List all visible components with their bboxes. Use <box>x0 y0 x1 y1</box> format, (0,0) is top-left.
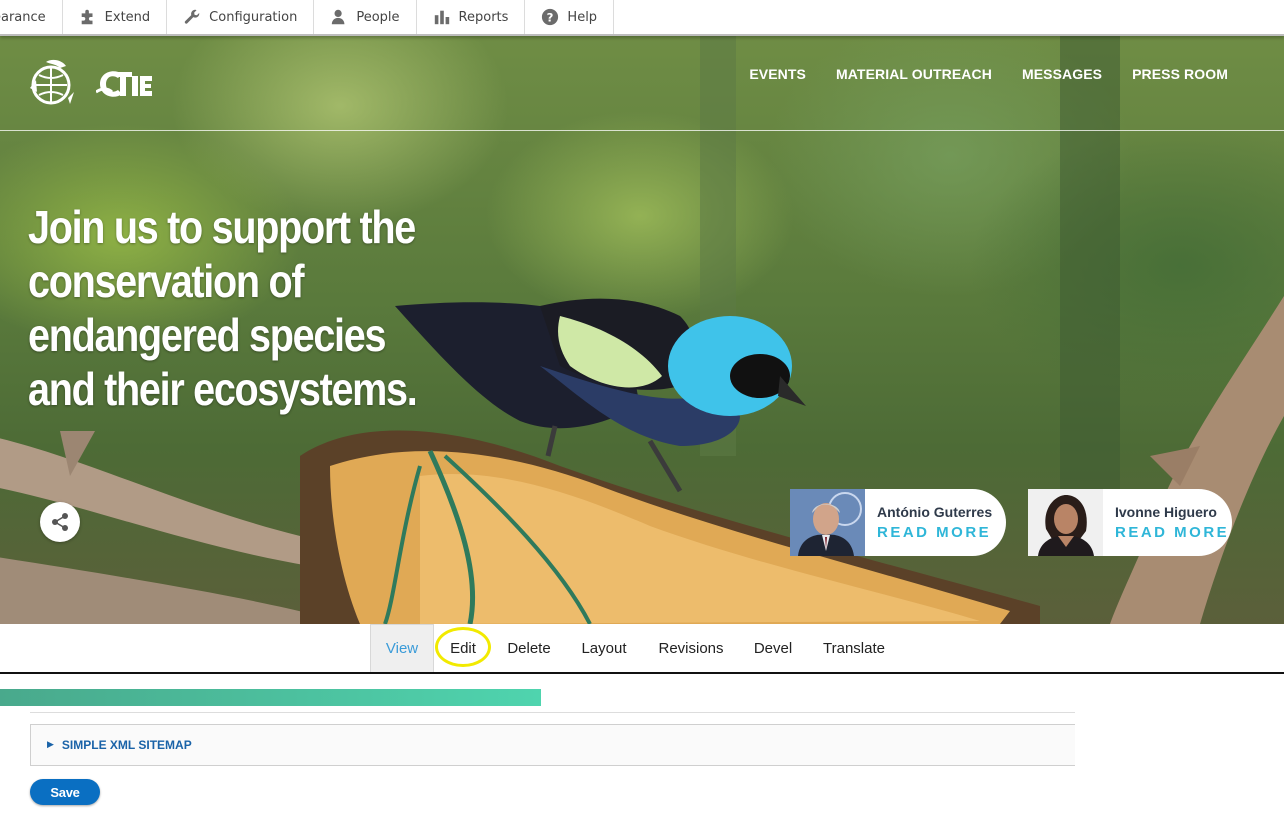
toolbar-item-label: earance <box>0 9 46 25</box>
svg-text:?: ? <box>547 11 554 25</box>
person-name: António Guterres <box>877 504 993 520</box>
nav-link-messages[interactable]: MESSAGES <box>1022 66 1102 82</box>
person-name: Ivonne Higuero <box>1115 504 1217 520</box>
toolbar-item-people[interactable]: People <box>314 0 417 34</box>
toolbar-item-reports[interactable]: Reports <box>417 0 526 34</box>
bar-chart-icon <box>434 10 449 25</box>
expand-triangle-icon: ▶ <box>47 740 54 750</box>
puzzle-icon <box>81 9 93 25</box>
person-photo <box>1028 489 1103 556</box>
read-more-link[interactable]: READ MORE <box>1115 524 1229 541</box>
toolbar-item-label: People <box>356 9 400 25</box>
tab-view[interactable]: View <box>370 624 434 672</box>
toolbar-item-label: Configuration <box>209 9 298 25</box>
tab-edit[interactable]: Edit <box>440 624 486 672</box>
help-icon: ? <box>542 8 559 26</box>
nav-link-events[interactable]: EVENTS <box>749 66 806 82</box>
nav-link-press-room[interactable]: PRESS ROOM <box>1132 66 1228 82</box>
toolbar-item-help[interactable]: ? Help <box>525 0 615 34</box>
simple-xml-sitemap-details[interactable]: ▶ SIMPLE XML SITEMAP <box>30 724 1075 766</box>
toolbar-item-appearance[interactable]: earance <box>0 0 63 34</box>
share-icon <box>52 513 68 531</box>
person-photo <box>790 489 865 556</box>
toolbar-item-label: Help <box>567 9 598 25</box>
save-button[interactable]: Save <box>30 779 100 805</box>
toolbar-item-label: Extend <box>104 9 151 25</box>
tab-translate[interactable]: Translate <box>814 624 894 672</box>
main-navigation: EVENTS MATERIAL OUTREACH MESSAGES PRESS … <box>749 66 1228 82</box>
hero-banner: EVENTS MATERIAL OUTREACH MESSAGES PRESS … <box>0 36 1284 624</box>
hero-title: Join us to support the conservation of e… <box>28 201 418 415</box>
tab-delete[interactable]: Delete <box>500 624 558 672</box>
person-icon <box>332 9 345 25</box>
cites-globe-logo[interactable] <box>28 58 74 108</box>
admin-toolbar: earance Extend Configuration People Repo… <box>0 0 1284 36</box>
hero-divider <box>0 130 1284 131</box>
tab-revisions[interactable]: Revisions <box>650 624 732 672</box>
person-card-guterres[interactable]: António Guterres READ MORE <box>790 489 1006 556</box>
form-divider <box>30 712 1075 713</box>
cites-wordmark-logo[interactable] <box>96 66 154 100</box>
tab-devel[interactable]: Devel <box>746 624 800 672</box>
share-button[interactable] <box>40 502 80 542</box>
details-summary-label: SIMPLE XML SITEMAP <box>61 738 192 752</box>
nav-link-material-outreach[interactable]: MATERIAL OUTREACH <box>836 66 992 82</box>
person-card-higuero[interactable]: Ivonne Higuero READ MORE <box>1028 489 1232 556</box>
tab-layout[interactable]: Layout <box>572 624 636 672</box>
read-more-link[interactable]: READ MORE <box>877 524 992 541</box>
wrench-icon <box>184 9 200 24</box>
toolbar-item-configuration[interactable]: Configuration <box>167 0 315 34</box>
progress-bar <box>0 689 541 706</box>
toolbar-item-label: Reports <box>458 9 509 25</box>
local-tasks-tabs: View Edit Delete Layout Revisions Devel … <box>0 624 1284 674</box>
toolbar-item-extend[interactable]: Extend <box>63 0 168 34</box>
